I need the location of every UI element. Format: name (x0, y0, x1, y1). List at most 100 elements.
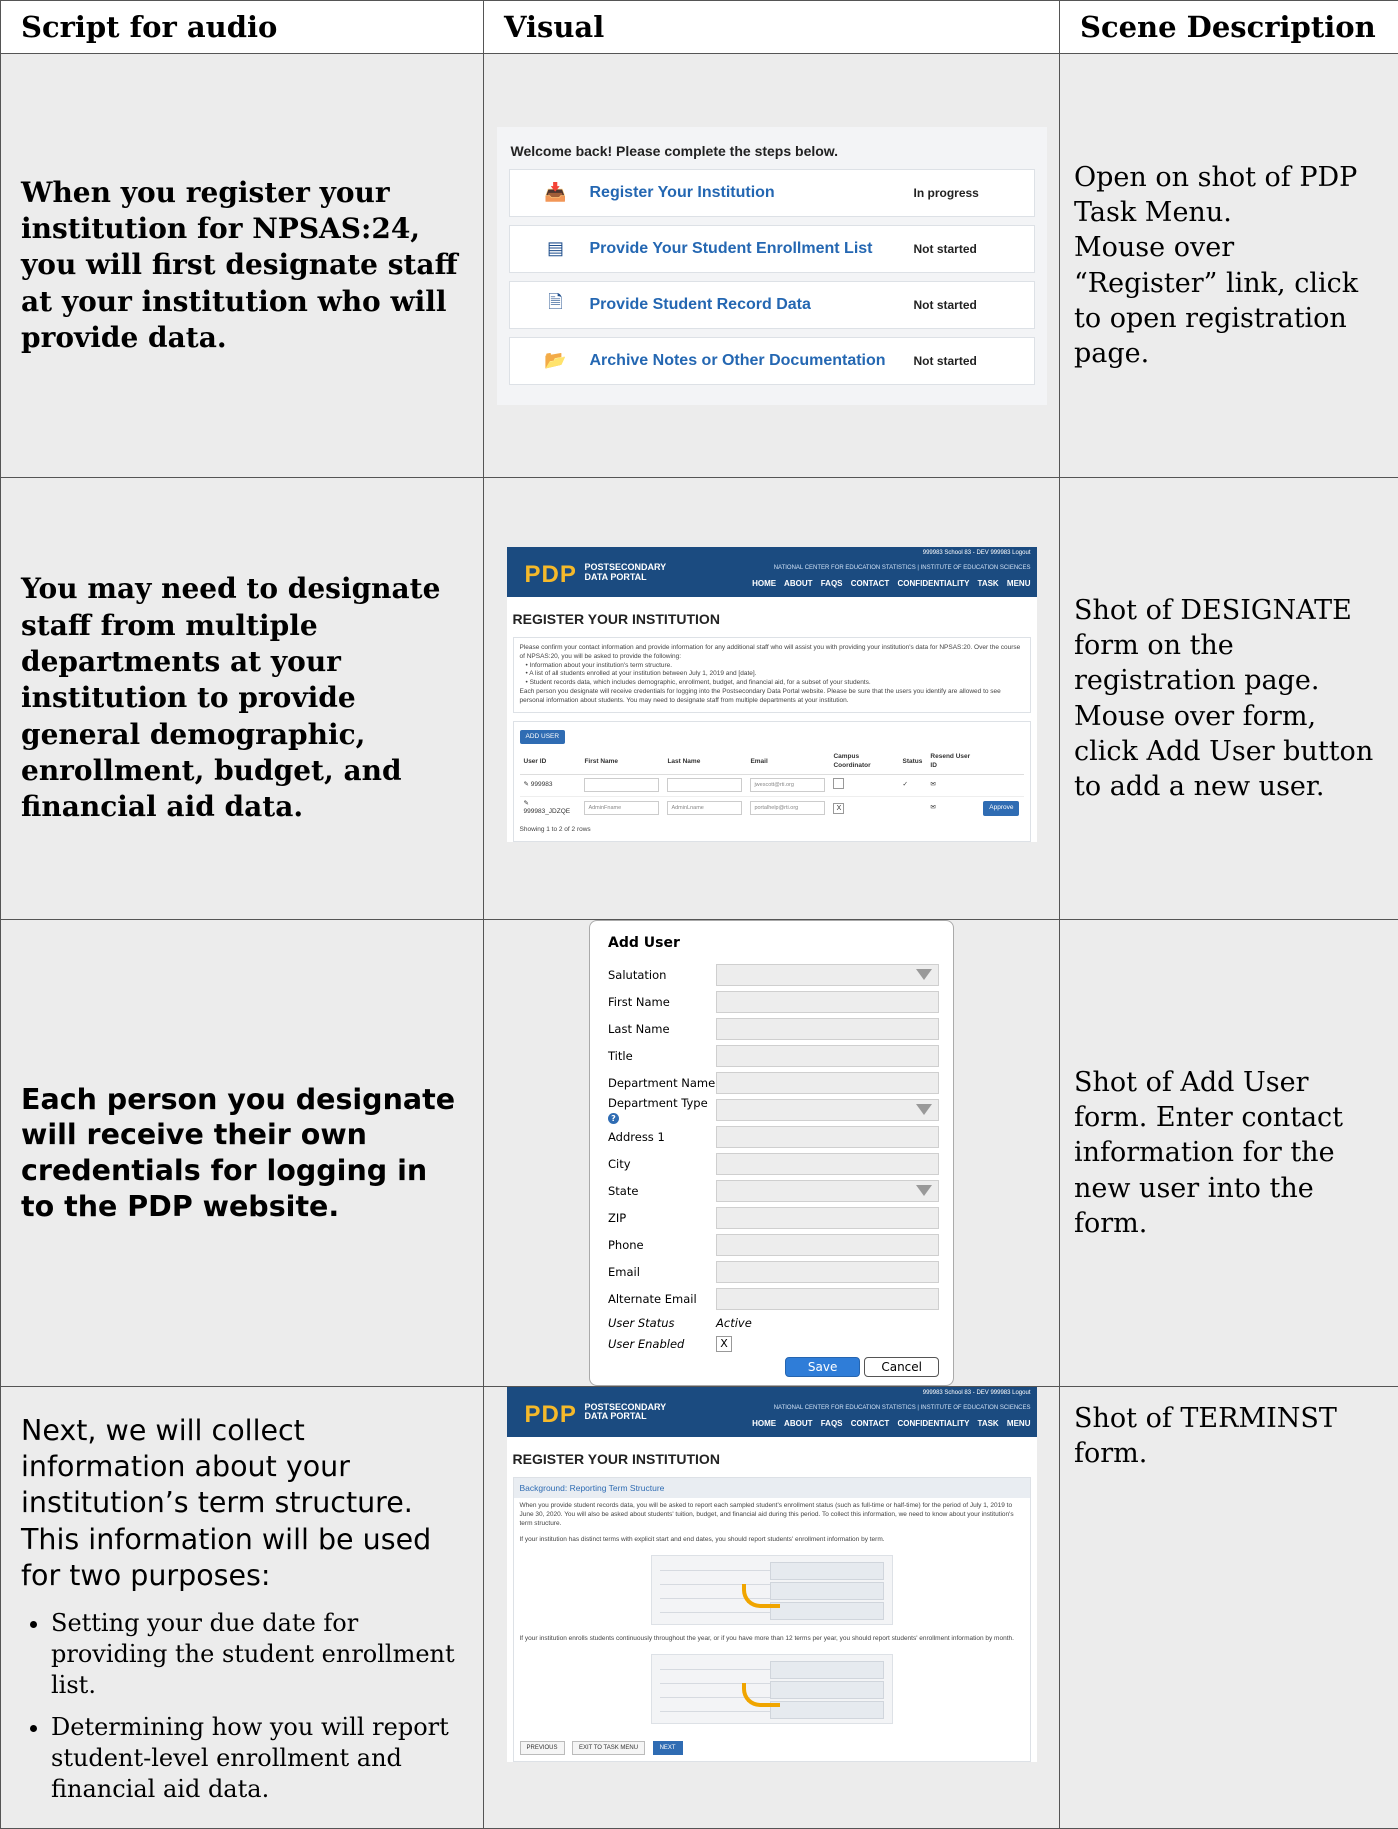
user-enabled-checkbox[interactable]: X (716, 1336, 732, 1352)
pdp-user-line: 999983 School 83 - DEV 999983 Logout (923, 1390, 1031, 1396)
status-check (899, 796, 927, 820)
coordinator-checkbox[interactable] (833, 778, 844, 789)
header-row: Script for audio Visual Scene Descriptio… (1, 1, 1398, 54)
field-user-enabled: User EnabledX (604, 1333, 939, 1354)
email-input[interactable]: jwescott@rti.org (750, 778, 825, 792)
task-label[interactable]: Provide Student Record Data (590, 296, 914, 314)
address-input[interactable] (716, 1126, 939, 1148)
terminst-para-1: When you provide student records data, y… (514, 1498, 1030, 1532)
task-enrollment-list[interactable]: ▤ Provide Your Student Enrollment List N… (509, 225, 1035, 273)
cancel-button[interactable]: Cancel (864, 1357, 939, 1377)
first-name-input[interactable] (584, 778, 659, 792)
col-status: Status (899, 750, 927, 774)
cell-user-id: ✎ 999983 (520, 774, 581, 796)
first-name-input[interactable]: AdminFname (584, 801, 659, 815)
field-department-name: Department Name (604, 1069, 939, 1096)
row1-scene-line-2: Mouse over “Register” link, click to ope… (1074, 230, 1384, 370)
folder-icon: 📂 (542, 350, 570, 371)
task-status: Not started (914, 242, 1034, 256)
state-select[interactable] (716, 1180, 939, 1202)
col-first-name[interactable]: First Name (580, 750, 663, 774)
task-status: Not started (914, 298, 1034, 312)
city-input[interactable] (716, 1153, 939, 1175)
header-scene: Scene Description (1060, 1, 1398, 54)
add-user-button[interactable]: ADD USER (520, 730, 566, 745)
previous-button[interactable]: PREVIOUS (520, 1741, 565, 1755)
coordinator-checkbox[interactable]: X (833, 803, 844, 814)
col-user-id[interactable]: User ID (520, 750, 581, 774)
list-icon: ▤ (542, 238, 570, 259)
table-row: ✎ 999983 jwescott@rti.org ✓ ✉ (520, 774, 1024, 796)
field-state: State (604, 1177, 939, 1204)
header-visual: Visual (484, 1, 1060, 54)
mail-icon[interactable]: ✉ (926, 796, 979, 820)
alternate-email-input[interactable] (716, 1288, 939, 1310)
designate-form-screenshot: PDP POSTSECONDARYDATA PORTAL 999983 Scho… (507, 547, 1037, 842)
salutation-select[interactable] (716, 964, 939, 986)
field-email: Email (604, 1258, 939, 1285)
task-label[interactable]: Provide Your Student Enrollment List (590, 240, 914, 258)
mail-icon[interactable]: ✉ (926, 774, 979, 796)
row2-scene: Shot of DESIGNATE form on the registrati… (1074, 593, 1384, 804)
help-icon[interactable]: ? (608, 1113, 619, 1124)
col-last-name[interactable]: Last Name (663, 750, 746, 774)
field-title: Title (604, 1042, 939, 1069)
dropdown-arrow-icon (916, 969, 932, 980)
last-name-input[interactable]: AdminLname (667, 801, 742, 815)
pdp-nces-line: NATIONAL CENTER FOR EDUCATION STATISTICS… (774, 1405, 1031, 1411)
row3-scene: Shot of Add User form. Enter contact inf… (1074, 1065, 1384, 1240)
row1-scene-line-1: Open on shot of PDP Task Menu. (1074, 160, 1384, 230)
intro-text: Please confirm your contact information … (520, 644, 1024, 662)
terminst-para-3: If your institution enrolls students con… (514, 1631, 1030, 1648)
department-type-select[interactable] (716, 1099, 939, 1121)
row2-visual-cell: PDP POSTSECONDARYDATA PORTAL 999983 Scho… (484, 478, 1060, 920)
field-department-type: Department Type ? (604, 1096, 939, 1123)
header-script: Script for audio (1, 1, 484, 54)
email-input[interactable] (716, 1261, 939, 1283)
term-example-thumbnail (651, 1555, 893, 1625)
last-name-input[interactable] (667, 778, 742, 792)
department-name-input[interactable] (716, 1072, 939, 1094)
phone-input[interactable] (716, 1234, 939, 1256)
task-label[interactable]: Archive Notes or Other Documentation (590, 352, 914, 370)
row2-script-cell: You may need to designate staff from mul… (1, 478, 484, 920)
title-input[interactable] (716, 1045, 939, 1067)
row3-scene-cell: Shot of Add User form. Enter contact inf… (1060, 920, 1398, 1387)
email-input[interactable]: portalhelp@rti.org (750, 801, 825, 815)
zip-input[interactable] (716, 1207, 939, 1229)
pdp-header: PDP POSTSECONDARYDATA PORTAL 999983 Scho… (507, 1387, 1037, 1437)
next-button[interactable]: NEXT (653, 1741, 683, 1755)
pdp-logo-subtitle: POSTSECONDARYDATA PORTAL (585, 1403, 667, 1422)
task-archive[interactable]: 📂 Archive Notes or Other Documentation N… (509, 337, 1035, 385)
intro-bullet: • Student records data, which includes d… (520, 679, 1024, 688)
task-record-data[interactable]: 🗎 Provide Student Record Data Not starte… (509, 281, 1035, 329)
first-name-input[interactable] (716, 991, 939, 1013)
approve-button[interactable]: Approve (983, 801, 1019, 816)
edit-icon[interactable]: ✎ (524, 781, 529, 788)
row-4: Next, we will collect information about … (1, 1387, 1398, 1829)
arrow-icon (742, 1683, 780, 1707)
row2-script: You may need to designate staff from mul… (21, 571, 463, 826)
col-email[interactable]: Email (746, 750, 829, 774)
pdp-nav[interactable]: HOME ABOUT FAQS CONTACT CONFIDENTIALITY … (752, 1419, 1030, 1428)
terminst-panel: Background: Reporting Term Structure Whe… (513, 1477, 1031, 1762)
task-label[interactable]: Register Your Institution (590, 184, 914, 202)
pdp-logo[interactable]: PDP (525, 561, 577, 589)
row4-script: Next, we will collect information about … (21, 1413, 463, 1594)
field-city: City (604, 1150, 939, 1177)
save-button[interactable]: Save (785, 1357, 860, 1377)
pdp-logo[interactable]: PDP (525, 1401, 577, 1429)
row3-script: Each person you designate will receive t… (21, 1082, 463, 1225)
month-example-thumbnail (651, 1654, 893, 1724)
users-panel: ADD USER User ID First Name Last Name Em… (513, 721, 1031, 842)
dropdown-arrow-icon (916, 1104, 932, 1115)
exit-to-task-menu-button[interactable]: EXIT TO TASK MENU (572, 1741, 645, 1755)
pdp-nav[interactable]: HOME ABOUT FAQS CONTACT CONFIDENTIALITY … (752, 579, 1030, 588)
task-register[interactable]: 📥 Register Your Institution In progress (509, 169, 1035, 217)
edit-icon[interactable]: ✎ (524, 800, 529, 807)
field-first-name: First Name (604, 988, 939, 1015)
field-phone: Phone (604, 1231, 939, 1258)
page-title: REGISTER YOUR INSTITUTION (507, 597, 1037, 637)
col-campus-coordinator: Campus Coordinator (829, 750, 898, 774)
last-name-input[interactable] (716, 1018, 939, 1040)
